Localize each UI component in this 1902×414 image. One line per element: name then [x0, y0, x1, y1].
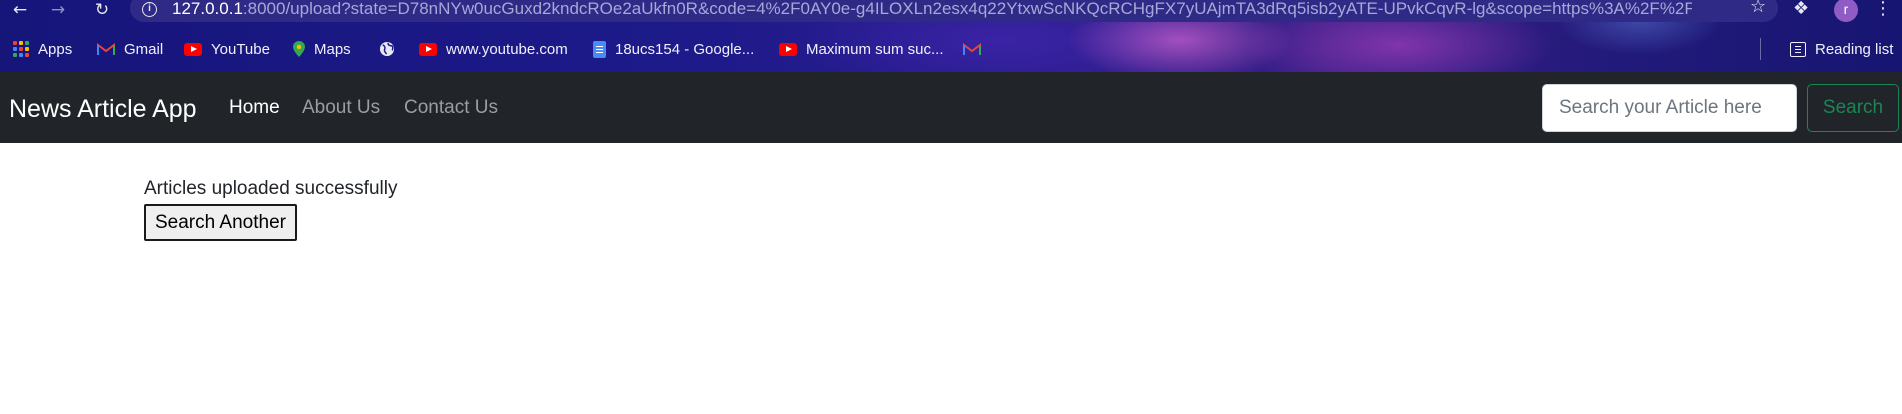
- maps-icon: [293, 41, 305, 57]
- nav-link-contact-us[interactable]: Contact Us: [404, 96, 498, 120]
- bookmark-apps[interactable]: Apps: [13, 36, 72, 62]
- google-docs-icon: [593, 40, 606, 58]
- bookmark-label: Maps: [314, 40, 351, 58]
- bookmarks-divider: [1760, 38, 1761, 60]
- browser-chrome: ← → ↻ i 127.0.0.1:8000/upload?state=D78n…: [0, 0, 1902, 72]
- bookmark-label: Gmail: [124, 40, 164, 58]
- address-bar[interactable]: i 127.0.0.1:8000/upload?state=D78nNYw0uc…: [130, 0, 1778, 22]
- app-navbar: News Article App Home About Us Contact U…: [0, 72, 1902, 143]
- url-host: 127.0.0.1: [172, 0, 243, 18]
- search-another-button[interactable]: Search Another: [144, 204, 297, 241]
- youtube-icon: [419, 42, 437, 56]
- youtube-icon: [184, 42, 202, 56]
- profile-avatar[interactable]: r: [1834, 0, 1858, 22]
- bookmark-label: YouTube: [211, 40, 270, 58]
- browser-menu-icon[interactable]: ⋮: [1874, 0, 1892, 19]
- bookmark-star-icon[interactable]: ☆: [1750, 0, 1766, 17]
- forward-icon[interactable]: →: [46, 0, 70, 22]
- reading-list[interactable]: Reading list: [1790, 36, 1893, 62]
- url-text[interactable]: 127.0.0.1:8000/upload?state=D78nNYw0ucGu…: [172, 0, 1692, 19]
- bookmark-label: www.youtube.com: [446, 40, 568, 58]
- bookmark-gmail[interactable]: Gmail: [97, 36, 163, 62]
- apps-grid-icon: [13, 41, 29, 57]
- bookmark-label: Maximum sum suc...: [806, 40, 944, 58]
- back-icon[interactable]: ←: [8, 0, 32, 22]
- bookmark-maximum-sum[interactable]: Maximum sum suc...: [779, 36, 944, 62]
- youtube-icon: [779, 42, 797, 56]
- bookmark-google-doc[interactable]: 18ucs154 - Google...: [593, 36, 754, 62]
- nav-link-home[interactable]: Home: [229, 96, 280, 120]
- bookmark-globe[interactable]: [379, 36, 395, 62]
- app-brand[interactable]: News Article App: [9, 94, 197, 124]
- nav-link-about-us[interactable]: About Us: [302, 96, 380, 120]
- bookmark-label: Apps: [38, 40, 73, 58]
- browser-toolbar: ← → ↻ i 127.0.0.1:8000/upload?state=D78n…: [0, 0, 1902, 24]
- bookmark-label: 18ucs154 - Google...: [615, 40, 755, 58]
- article-search-input[interactable]: [1542, 84, 1797, 132]
- bookmark-youtube[interactable]: YouTube: [184, 36, 270, 62]
- extensions-icon[interactable]: ❖: [1793, 0, 1809, 19]
- bookmark-youtube-com[interactable]: www.youtube.com: [419, 36, 568, 62]
- url-path: :8000/upload?state=D78nNYw0ucGuxd2kndcRO…: [242, 0, 1692, 18]
- reading-list-label: Reading list: [1815, 40, 1894, 58]
- gmail-icon: [963, 42, 981, 55]
- bookmark-gmail-2[interactable]: [963, 36, 981, 62]
- bookmarks-bar: Apps Gmail YouTube Maps www.youtube.com …: [0, 36, 1902, 62]
- gmail-icon: [97, 42, 115, 55]
- reading-list-icon: [1790, 41, 1806, 57]
- globe-icon: [379, 41, 395, 57]
- site-info-icon[interactable]: i: [142, 2, 157, 17]
- search-button[interactable]: Search: [1807, 84, 1899, 132]
- upload-status-message: Articles uploaded successfully: [144, 178, 398, 199]
- reload-icon[interactable]: ↻: [90, 0, 114, 22]
- bookmark-maps[interactable]: Maps: [293, 36, 351, 62]
